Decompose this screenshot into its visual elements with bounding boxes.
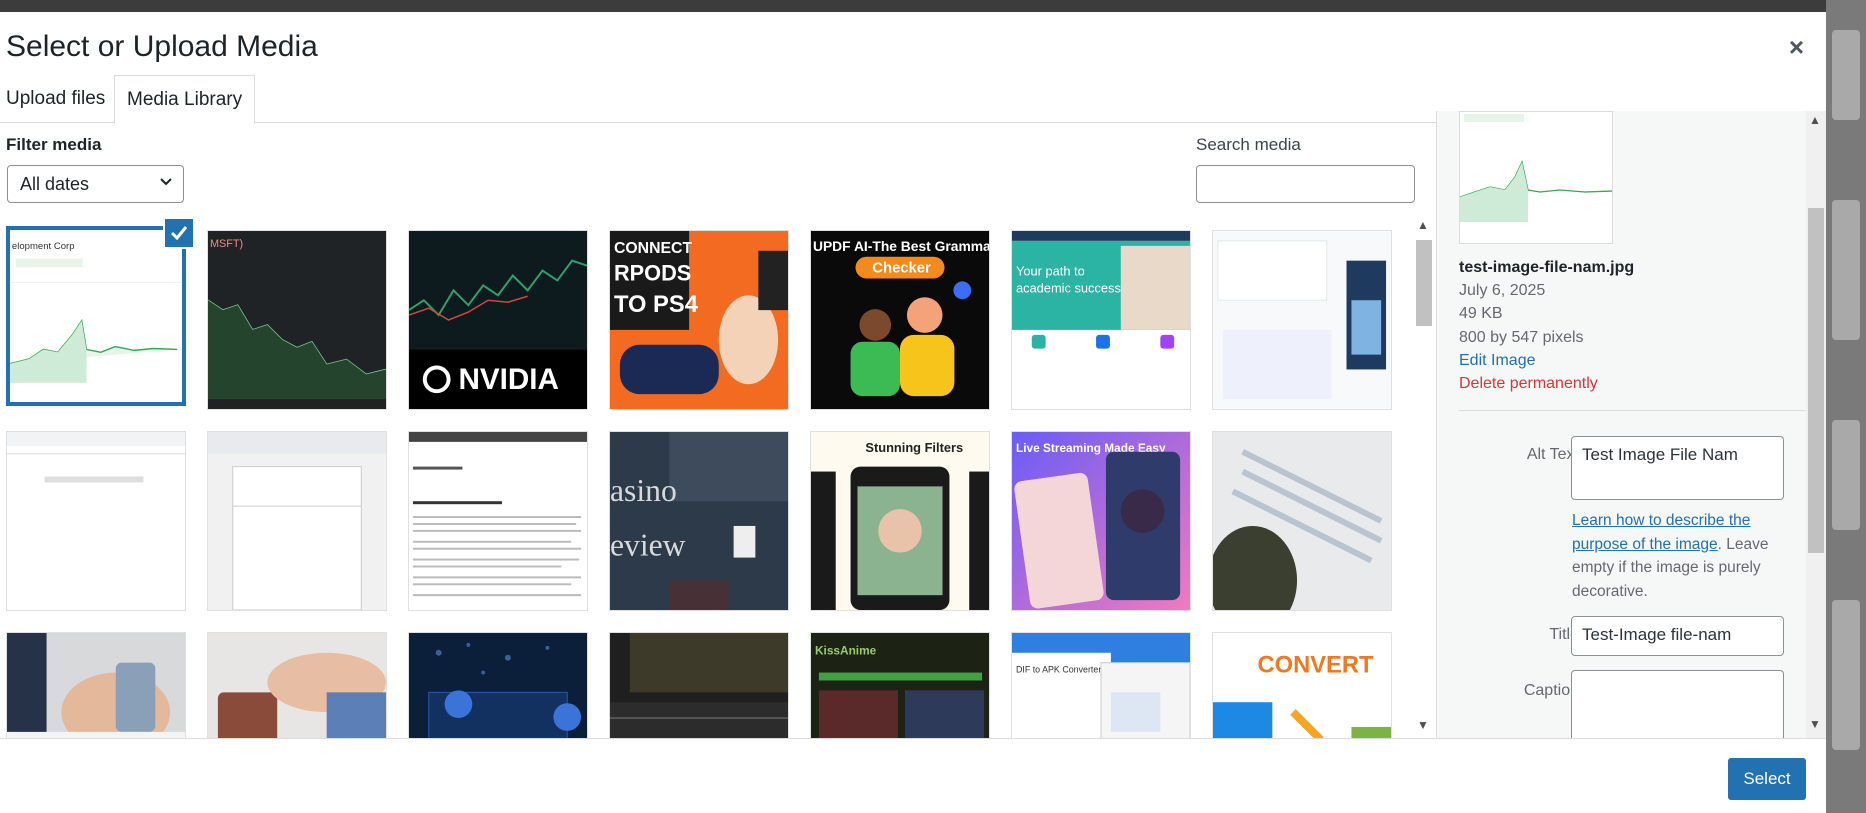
tab-media-library[interactable]: Media Library (114, 75, 256, 124)
attachment-live-streaming[interactable]: Live Streaming Made Easy (1011, 431, 1191, 611)
attachment-doc-toolbar-2[interactable] (207, 431, 387, 611)
editor-toolbar-background (0, 0, 1866, 12)
title-label: Title (1549, 626, 1579, 643)
attachments-grid: elopment Corp MSFT) NVIDIA CONNECT RPODS… (0, 218, 1412, 738)
search-input[interactable] (1196, 165, 1415, 203)
modal-footer: Select (0, 738, 1826, 801)
attachment-scribe-page[interactable] (1212, 230, 1392, 410)
svg-text:eview: eview (610, 528, 686, 563)
image-dimensions: 800 by 547 pixels (1459, 329, 1584, 346)
tab-upload-files[interactable]: Upload files (0, 75, 117, 123)
filter-media-label: Filter media (6, 135, 102, 154)
svg-text:CONNECT: CONNECT (614, 240, 693, 257)
attachment-contract-doc[interactable] (408, 431, 588, 611)
svg-text:academic success: academic success (1016, 280, 1121, 295)
attachment-person-phone[interactable] (6, 632, 186, 738)
attachment-lock-security[interactable] (408, 632, 588, 738)
svg-text:CONVERT: CONVERT (1258, 653, 1374, 679)
caption-field[interactable] (1571, 670, 1784, 738)
attachment-stock-chart[interactable]: elopment Corp (6, 226, 186, 406)
attachment-apk-converter[interactable]: DIF to APK Converter Tool (1011, 632, 1191, 738)
attachment-updf-grammar[interactable]: UPDF AI-The Best Grammar Checker (810, 230, 990, 410)
thumb-text: elopment Corp (12, 241, 75, 252)
thumb-text: UPDF AI-The Best Grammar (813, 238, 989, 254)
caption-label: Caption (1523, 682, 1579, 699)
attachment-kissanime[interactable]: KissAnime (810, 632, 990, 738)
divider (1459, 410, 1806, 411)
date-filter-value: All dates (20, 174, 90, 194)
thumb-text: MSFT) (210, 238, 243, 250)
select-button[interactable]: Select (1728, 758, 1806, 800)
selected-check-icon[interactable] (163, 217, 195, 249)
svg-text:TO PS4: TO PS4 (614, 292, 699, 318)
attachment-doc-toolbar-1[interactable] (6, 431, 186, 611)
details-scroll-down-icon[interactable]: ▼ (1809, 717, 1821, 731)
scroll-down-arrow-icon[interactable]: ▼ (1417, 718, 1429, 732)
attachment-stunning-filters[interactable]: Stunning Filters (810, 431, 990, 611)
attachment-msft-chart[interactable]: MSFT) (207, 230, 387, 410)
grid-scrollbar[interactable]: ▲ ▼ (1414, 218, 1432, 736)
details-scroll-up-icon[interactable]: ▲ (1809, 113, 1821, 127)
alt-text-help: Learn how to describe the purpose of the… (1572, 509, 1787, 603)
alt-text-field[interactable]: Test Image File Nam (1571, 436, 1784, 500)
scroll-up-arrow-icon[interactable]: ▲ (1417, 218, 1429, 232)
search-media-label: Search media (1196, 135, 1301, 154)
attachment-hands-tech[interactable] (1212, 431, 1392, 611)
file-name: test-image-file-nam.jpg (1459, 259, 1635, 276)
svg-text:KissAnime: KissAnime (815, 644, 877, 658)
title-field[interactable]: Test-Image file-nam (1571, 616, 1784, 656)
upload-date: July 6, 2025 (1459, 282, 1546, 299)
attachment-convert-android[interactable]: CONVERT (1212, 632, 1392, 738)
attachment-forum-site[interactable] (609, 632, 789, 738)
attachment-preview (1459, 111, 1613, 244)
delete-permanently-link[interactable]: Delete permanently (1459, 375, 1598, 393)
thumb-text: NVIDIA (458, 363, 559, 396)
close-button[interactable]: × (1789, 32, 1804, 63)
alt-text-label: Alt Text (1526, 446, 1579, 463)
edit-image-link[interactable]: Edit Image (1459, 352, 1535, 370)
svg-text:Checker: Checker (872, 261, 931, 277)
date-filter-select[interactable]: All dates (7, 165, 184, 203)
editor-sidebar-background (1826, 0, 1866, 813)
attachment-connect-airpods[interactable]: CONNECT RPODS TO PS4 (609, 230, 789, 410)
svg-text:RPODS: RPODS (614, 260, 691, 285)
svg-text:asino: asino (610, 473, 677, 508)
modal-title: Select or Upload Media (6, 30, 318, 63)
file-size: 49 KB (1459, 305, 1503, 322)
attachment-hand-wallet[interactable] (207, 632, 387, 738)
attachment-academic-success[interactable]: Your path to academic success (1011, 230, 1191, 410)
grid-scrollbar-thumb[interactable] (1416, 240, 1432, 326)
attachment-nvidia[interactable]: NVIDIA (408, 230, 588, 410)
details-scrollbar-thumb[interactable] (1808, 208, 1824, 553)
details-scrollbar[interactable]: ▲ ▼ (1806, 111, 1826, 738)
attachment-casino-review[interactable]: asino eview (609, 431, 789, 611)
svg-text:Your path to: Your path to (1016, 264, 1085, 279)
svg-text:Stunning Filters: Stunning Filters (865, 440, 963, 455)
chevron-down-icon (160, 178, 172, 186)
